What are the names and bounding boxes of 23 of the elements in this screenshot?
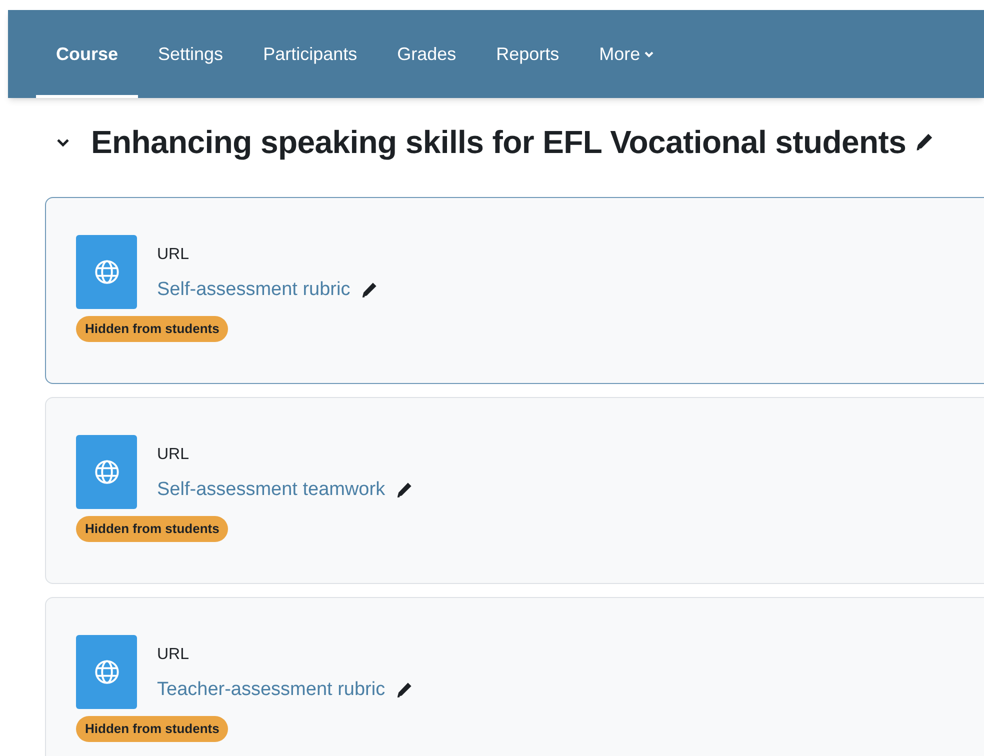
globe-icon — [94, 659, 120, 685]
hidden-badge: Hidden from students — [76, 316, 228, 342]
pencil-icon[interactable] — [395, 681, 414, 700]
pencil-icon[interactable] — [360, 281, 378, 300]
nav-tab[interactable]: Settings — [138, 10, 244, 98]
globe-icon — [94, 259, 120, 285]
pencil-icon[interactable] — [395, 481, 414, 500]
nav-tab[interactable]: Reports — [476, 10, 580, 98]
nav-tab[interactable]: More — [579, 10, 674, 98]
activity-link[interactable]: Self-assessment rubric — [157, 276, 350, 304]
nav-tab[interactable]: Course — [36, 10, 138, 98]
activity-link[interactable]: Self-assessment teamwork — [157, 476, 386, 504]
hidden-badge: Hidden from students — [76, 716, 228, 742]
globe-icon — [94, 459, 120, 485]
activity-link[interactable]: Teacher-assessment rubric — [157, 676, 386, 704]
activity-type: URL — [157, 445, 190, 465]
nav-tab[interactable]: Participants — [243, 10, 378, 98]
pencil-icon[interactable] — [914, 132, 934, 152]
activity-type: URL — [157, 645, 190, 665]
activity-type: URL — [157, 245, 190, 265]
nav-tab[interactable]: Grades — [377, 10, 476, 98]
section-title: Enhancing speaking skills for EFL Vocational students — [91, 123, 906, 162]
hidden-badge: Hidden from students — [76, 516, 228, 542]
